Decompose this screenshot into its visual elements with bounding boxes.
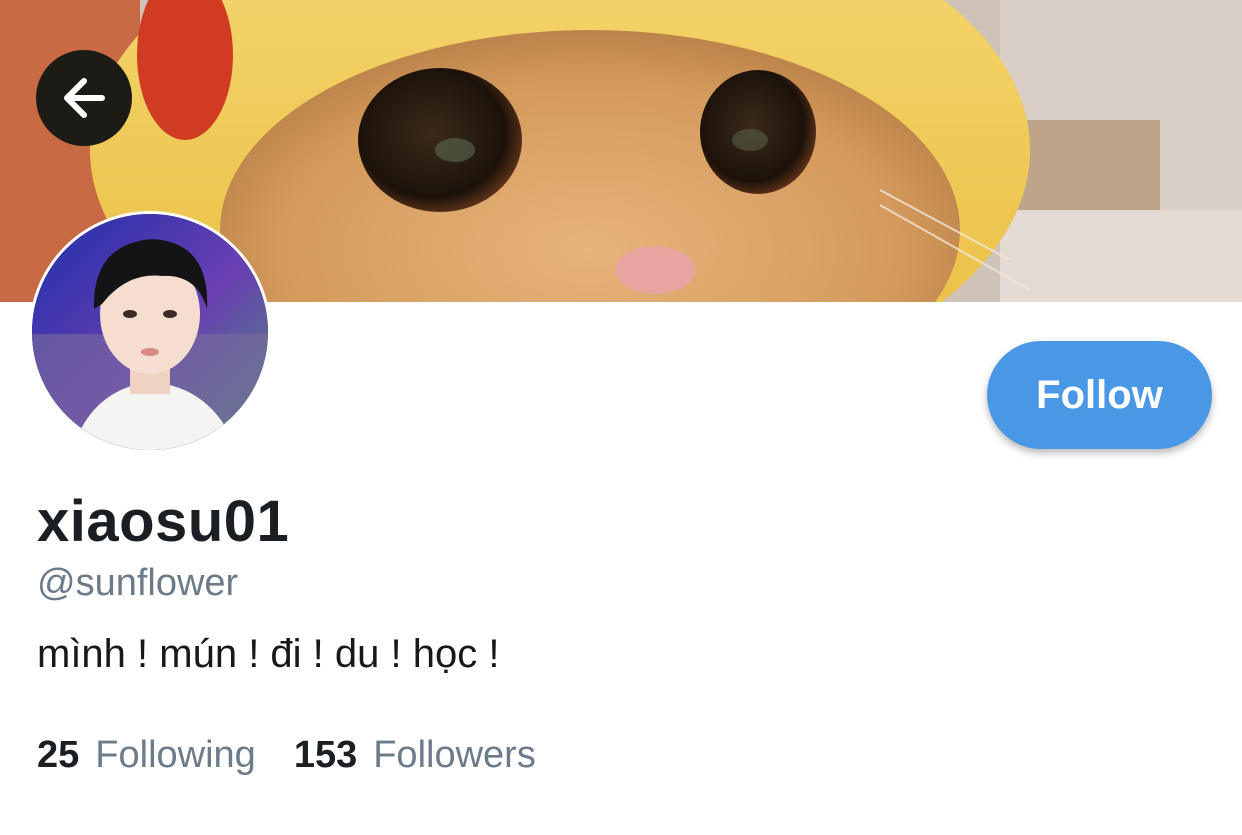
followers-stat[interactable]: 153 Followers xyxy=(294,734,536,777)
user-handle: @sunflower xyxy=(37,562,239,604)
following-count: 25 xyxy=(37,734,80,776)
arrow-left-icon xyxy=(64,78,105,118)
followers-count: 153 xyxy=(293,734,358,776)
profile-page: Follow xiaosu01 @sunflower mình ! mún ! … xyxy=(0,0,1242,835)
follow-stats: 25 Following 153 Followers xyxy=(37,734,536,777)
display-name: xiaosu01 xyxy=(37,489,290,554)
following-stat[interactable]: 25 Following xyxy=(37,734,256,777)
avatar[interactable] xyxy=(29,211,271,453)
followers-label: Followers xyxy=(373,734,536,776)
avatar-photo xyxy=(32,214,268,450)
follow-button[interactable]: Follow xyxy=(987,341,1212,449)
profile-bio: mình ! mún ! đi ! du ! học ! xyxy=(37,632,500,676)
back-button[interactable] xyxy=(36,50,132,146)
following-label: Following xyxy=(95,734,256,776)
